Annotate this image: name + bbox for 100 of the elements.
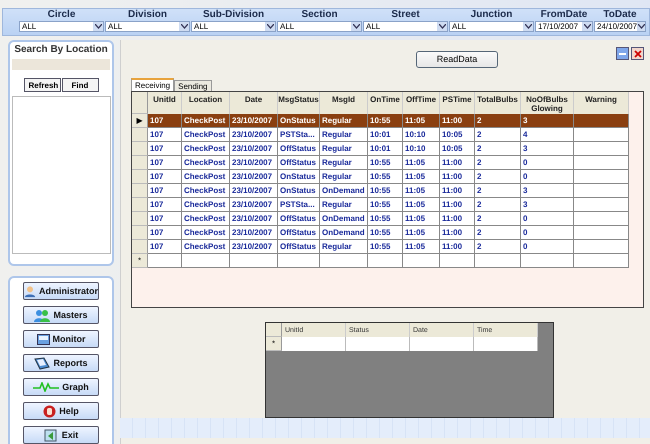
dropdown-caret-icon[interactable] — [437, 22, 447, 31]
table-cell: 11:05 — [403, 170, 440, 184]
column-header[interactable]: MsgStatus — [278, 92, 320, 114]
dropdown-caret-icon[interactable] — [351, 22, 361, 31]
tab[interactable]: Sending — [174, 80, 212, 91]
row-header[interactable]: * — [266, 337, 282, 351]
filter-dropdown[interactable]: 17/10/2007 — [535, 21, 593, 32]
table-cell: 11:05 — [403, 184, 440, 198]
table-cell: CheckPost — [182, 212, 230, 226]
row-header[interactable] — [132, 170, 148, 184]
row-header[interactable] — [132, 142, 148, 156]
table-cell: 2 — [475, 240, 521, 254]
column-header[interactable]: TotalBulbs — [475, 92, 521, 114]
table-cell: OnDemand — [320, 184, 368, 198]
dropdown-caret-icon[interactable] — [179, 22, 189, 31]
nav-button[interactable]: Help — [23, 402, 99, 420]
column-header[interactable]: Location — [182, 92, 230, 114]
row-header[interactable] — [132, 184, 148, 198]
table-cell: 0 — [521, 170, 574, 184]
table-cell: 10:55 — [368, 170, 403, 184]
column-header[interactable]: NoOfBulbs Glowing — [521, 92, 574, 114]
table-cell: 11:00 — [440, 198, 475, 212]
row-header[interactable]: ▶ — [132, 114, 148, 128]
row-header[interactable] — [132, 226, 148, 240]
table-cell: 11:00 — [440, 226, 475, 240]
table-cell: CheckPost — [182, 184, 230, 198]
filter-dropdown[interactable]: ALL — [277, 21, 362, 32]
table-cell: CheckPost — [182, 142, 230, 156]
filter-dropdown[interactable]: ALL — [105, 21, 190, 32]
column-header[interactable]: MsgId — [320, 92, 368, 114]
search-button[interactable]: Refresh — [24, 78, 60, 92]
table-cell: 0 — [521, 212, 574, 226]
row-header[interactable] — [132, 240, 148, 254]
row-header[interactable] — [132, 198, 148, 212]
tab[interactable]: Receiving — [131, 78, 174, 91]
table-cell — [574, 170, 629, 184]
panel-title: Search By Location — [14, 44, 108, 55]
table-cell: 23/10/2007 — [230, 128, 278, 142]
row-header[interactable]: * — [132, 254, 148, 268]
new-row-icon: * — [138, 256, 142, 265]
nav-button[interactable]: Graph — [23, 378, 99, 396]
filter-dropdown[interactable]: ALL — [363, 21, 448, 32]
row-header[interactable] — [132, 128, 148, 142]
filter-dropdown[interactable]: ALL — [191, 21, 276, 32]
search-button[interactable]: Find — [62, 78, 98, 92]
filter-dropdown[interactable]: ALL — [19, 21, 104, 32]
dropdown-caret-icon[interactable] — [637, 22, 645, 31]
table-cell: 3 — [521, 198, 574, 212]
search-field[interactable] — [12, 59, 110, 70]
table-cell: 107 — [148, 198, 182, 212]
filter-dropdown[interactable]: 24/10/2007 — [594, 21, 646, 32]
dropdown-caret-icon[interactable] — [93, 22, 103, 31]
filter-label: Circle — [48, 9, 76, 21]
close-button[interactable] — [631, 47, 644, 60]
nav-button[interactable]: Exit — [23, 426, 99, 444]
table-cell: OffStatus — [278, 212, 320, 226]
read-data-button[interactable]: ReadData — [416, 50, 498, 68]
column-header[interactable]: Warning — [574, 92, 629, 114]
table-cell: CheckPost — [182, 156, 230, 170]
table-cell: 23/10/2007 — [230, 240, 278, 254]
table-cell — [574, 184, 629, 198]
column-header[interactable]: OffTime — [403, 92, 440, 114]
table-cell: 2 — [475, 212, 521, 226]
corner-header[interactable] — [132, 92, 148, 114]
nav-button[interactable]: Administrator — [23, 282, 99, 300]
nav-button[interactable]: Masters — [23, 306, 99, 324]
minimize-button[interactable] — [616, 47, 629, 60]
table-cell: 11:05 — [403, 240, 440, 254]
column-header[interactable]: OnTime — [368, 92, 403, 114]
table-cell: Regular — [320, 198, 368, 212]
table-cell: CheckPost — [182, 128, 230, 142]
nav-button[interactable]: Monitor — [23, 330, 99, 348]
dropdown-caret-icon[interactable] — [582, 22, 592, 31]
table-cell: 2 — [475, 128, 521, 142]
table-cell: 23/10/2007 — [230, 212, 278, 226]
nav-button[interactable]: Reports — [23, 354, 99, 372]
filter-dropdown[interactable]: ALL — [449, 21, 534, 32]
dropdown-caret-icon[interactable] — [523, 22, 533, 31]
table-cell: 23/10/2007 — [230, 156, 278, 170]
table-cell: 0 — [521, 156, 574, 170]
minimize-icon — [619, 52, 626, 54]
corner-header[interactable] — [266, 323, 282, 337]
new-row-icon: * — [272, 339, 276, 348]
column-header[interactable]: UnitId — [148, 92, 182, 114]
table-cell — [574, 226, 629, 240]
current-row-icon: ▶ — [136, 116, 142, 125]
table-cell: Regular — [320, 142, 368, 156]
table-cell: CheckPost — [182, 198, 230, 212]
row-header[interactable] — [132, 212, 148, 226]
column-header[interactable]: PSTime — [440, 92, 475, 114]
column-header[interactable]: Date — [230, 92, 278, 114]
door-icon — [44, 428, 59, 442]
table-cell: 2 — [475, 142, 521, 156]
table-cell: 10:55 — [368, 184, 403, 198]
table-cell — [368, 254, 403, 268]
table-cell: PSTSta... — [278, 198, 320, 212]
location-list[interactable] — [12, 96, 110, 254]
table-cell: 0 — [521, 226, 574, 240]
dropdown-caret-icon[interactable] — [265, 22, 275, 31]
row-header[interactable] — [132, 156, 148, 170]
